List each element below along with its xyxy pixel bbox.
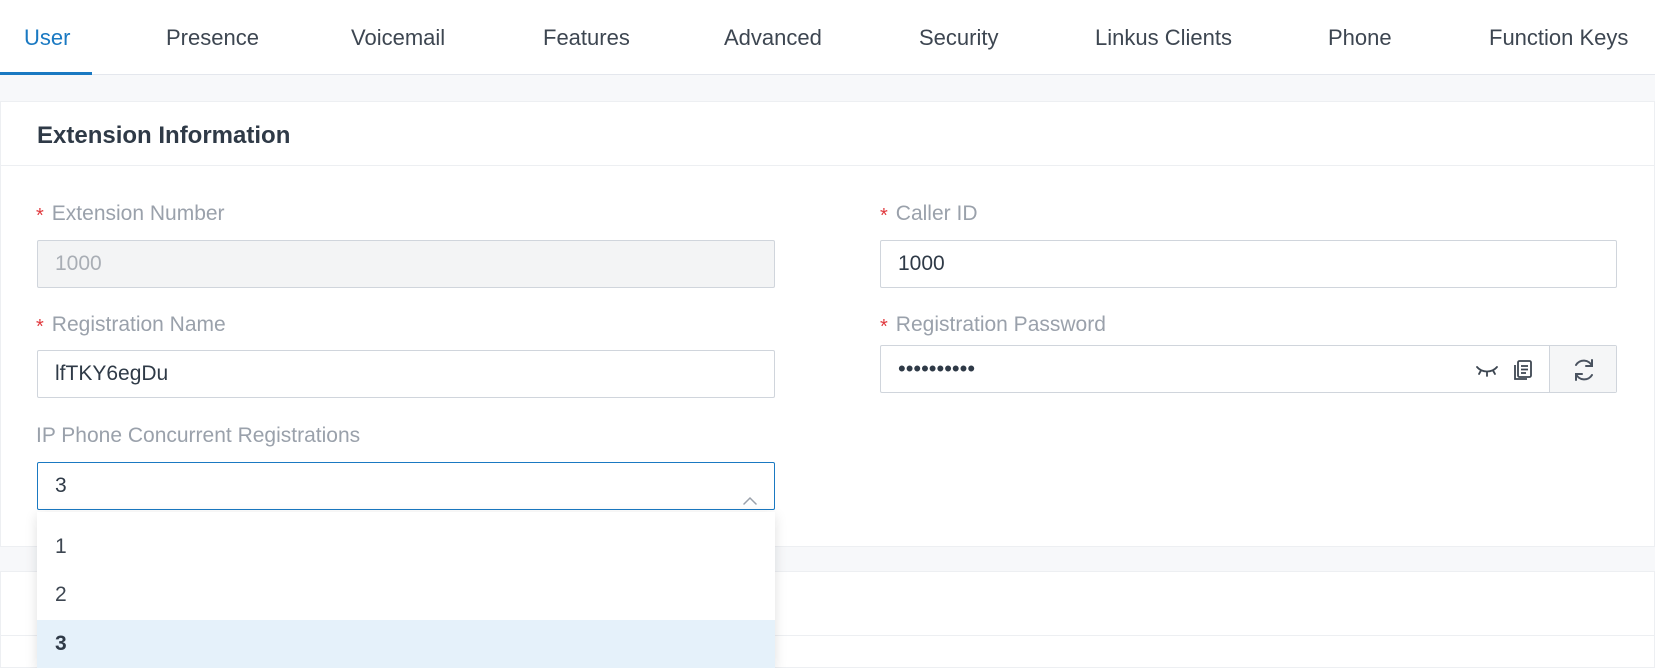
tab-bar: User Presence Voicemail Features Advance… [0,0,1655,75]
required-marker: * [880,316,888,338]
tab-presence[interactable]: Presence [166,0,259,75]
required-marker: * [880,205,888,227]
eye-closed-icon[interactable] [1475,358,1499,382]
copy-icon[interactable] [1511,358,1535,382]
section-title: Extension Information [37,122,291,149]
registration-password-field[interactable]: •••••••••• [880,345,1617,393]
selected-value: 3 [55,474,67,497]
extension-number-field: 1000 [37,240,775,288]
required-marker: * [36,316,44,338]
required-marker: * [36,205,44,227]
caller-id-field[interactable]: 1000 [880,240,1617,288]
registration-name-label: * Registration Name [36,313,226,338]
tab-features[interactable]: Features [543,0,630,75]
tab-function-keys[interactable]: Function Keys [1489,0,1628,75]
refresh-icon [1570,356,1598,384]
registration-name-field[interactable]: lfTKY6egDu [37,350,775,398]
extension-number-label: * Extension Number [36,202,225,227]
concurrent-registrations-label: IP Phone Concurrent Registrations [36,424,361,447]
tab-voicemail[interactable]: Voicemail [351,0,445,75]
tab-linkus-clients[interactable]: Linkus Clients [1095,0,1232,75]
dropdown-option-2[interactable]: 2 [37,571,775,619]
concurrent-registrations-dropdown: 1 2 3 [37,512,775,668]
dropdown-option-1[interactable]: 1 [37,523,775,571]
card-header: Extension Information [1,102,1654,166]
concurrent-registrations-select[interactable]: 3 [37,462,775,510]
registration-password-label: * Registration Password [880,313,1106,338]
tab-phone[interactable]: Phone [1328,0,1392,75]
tab-advanced[interactable]: Advanced [724,0,822,75]
password-masked-value: •••••••••• [898,356,976,381]
dropdown-option-3[interactable]: 3 [37,620,775,668]
caller-id-label: * Caller ID [880,202,978,227]
refresh-password-button[interactable] [1549,346,1616,392]
tab-security[interactable]: Security [919,0,998,75]
chevron-up-icon [743,479,757,505]
active-tab-indicator [0,72,92,75]
tab-user[interactable]: User [24,0,70,75]
